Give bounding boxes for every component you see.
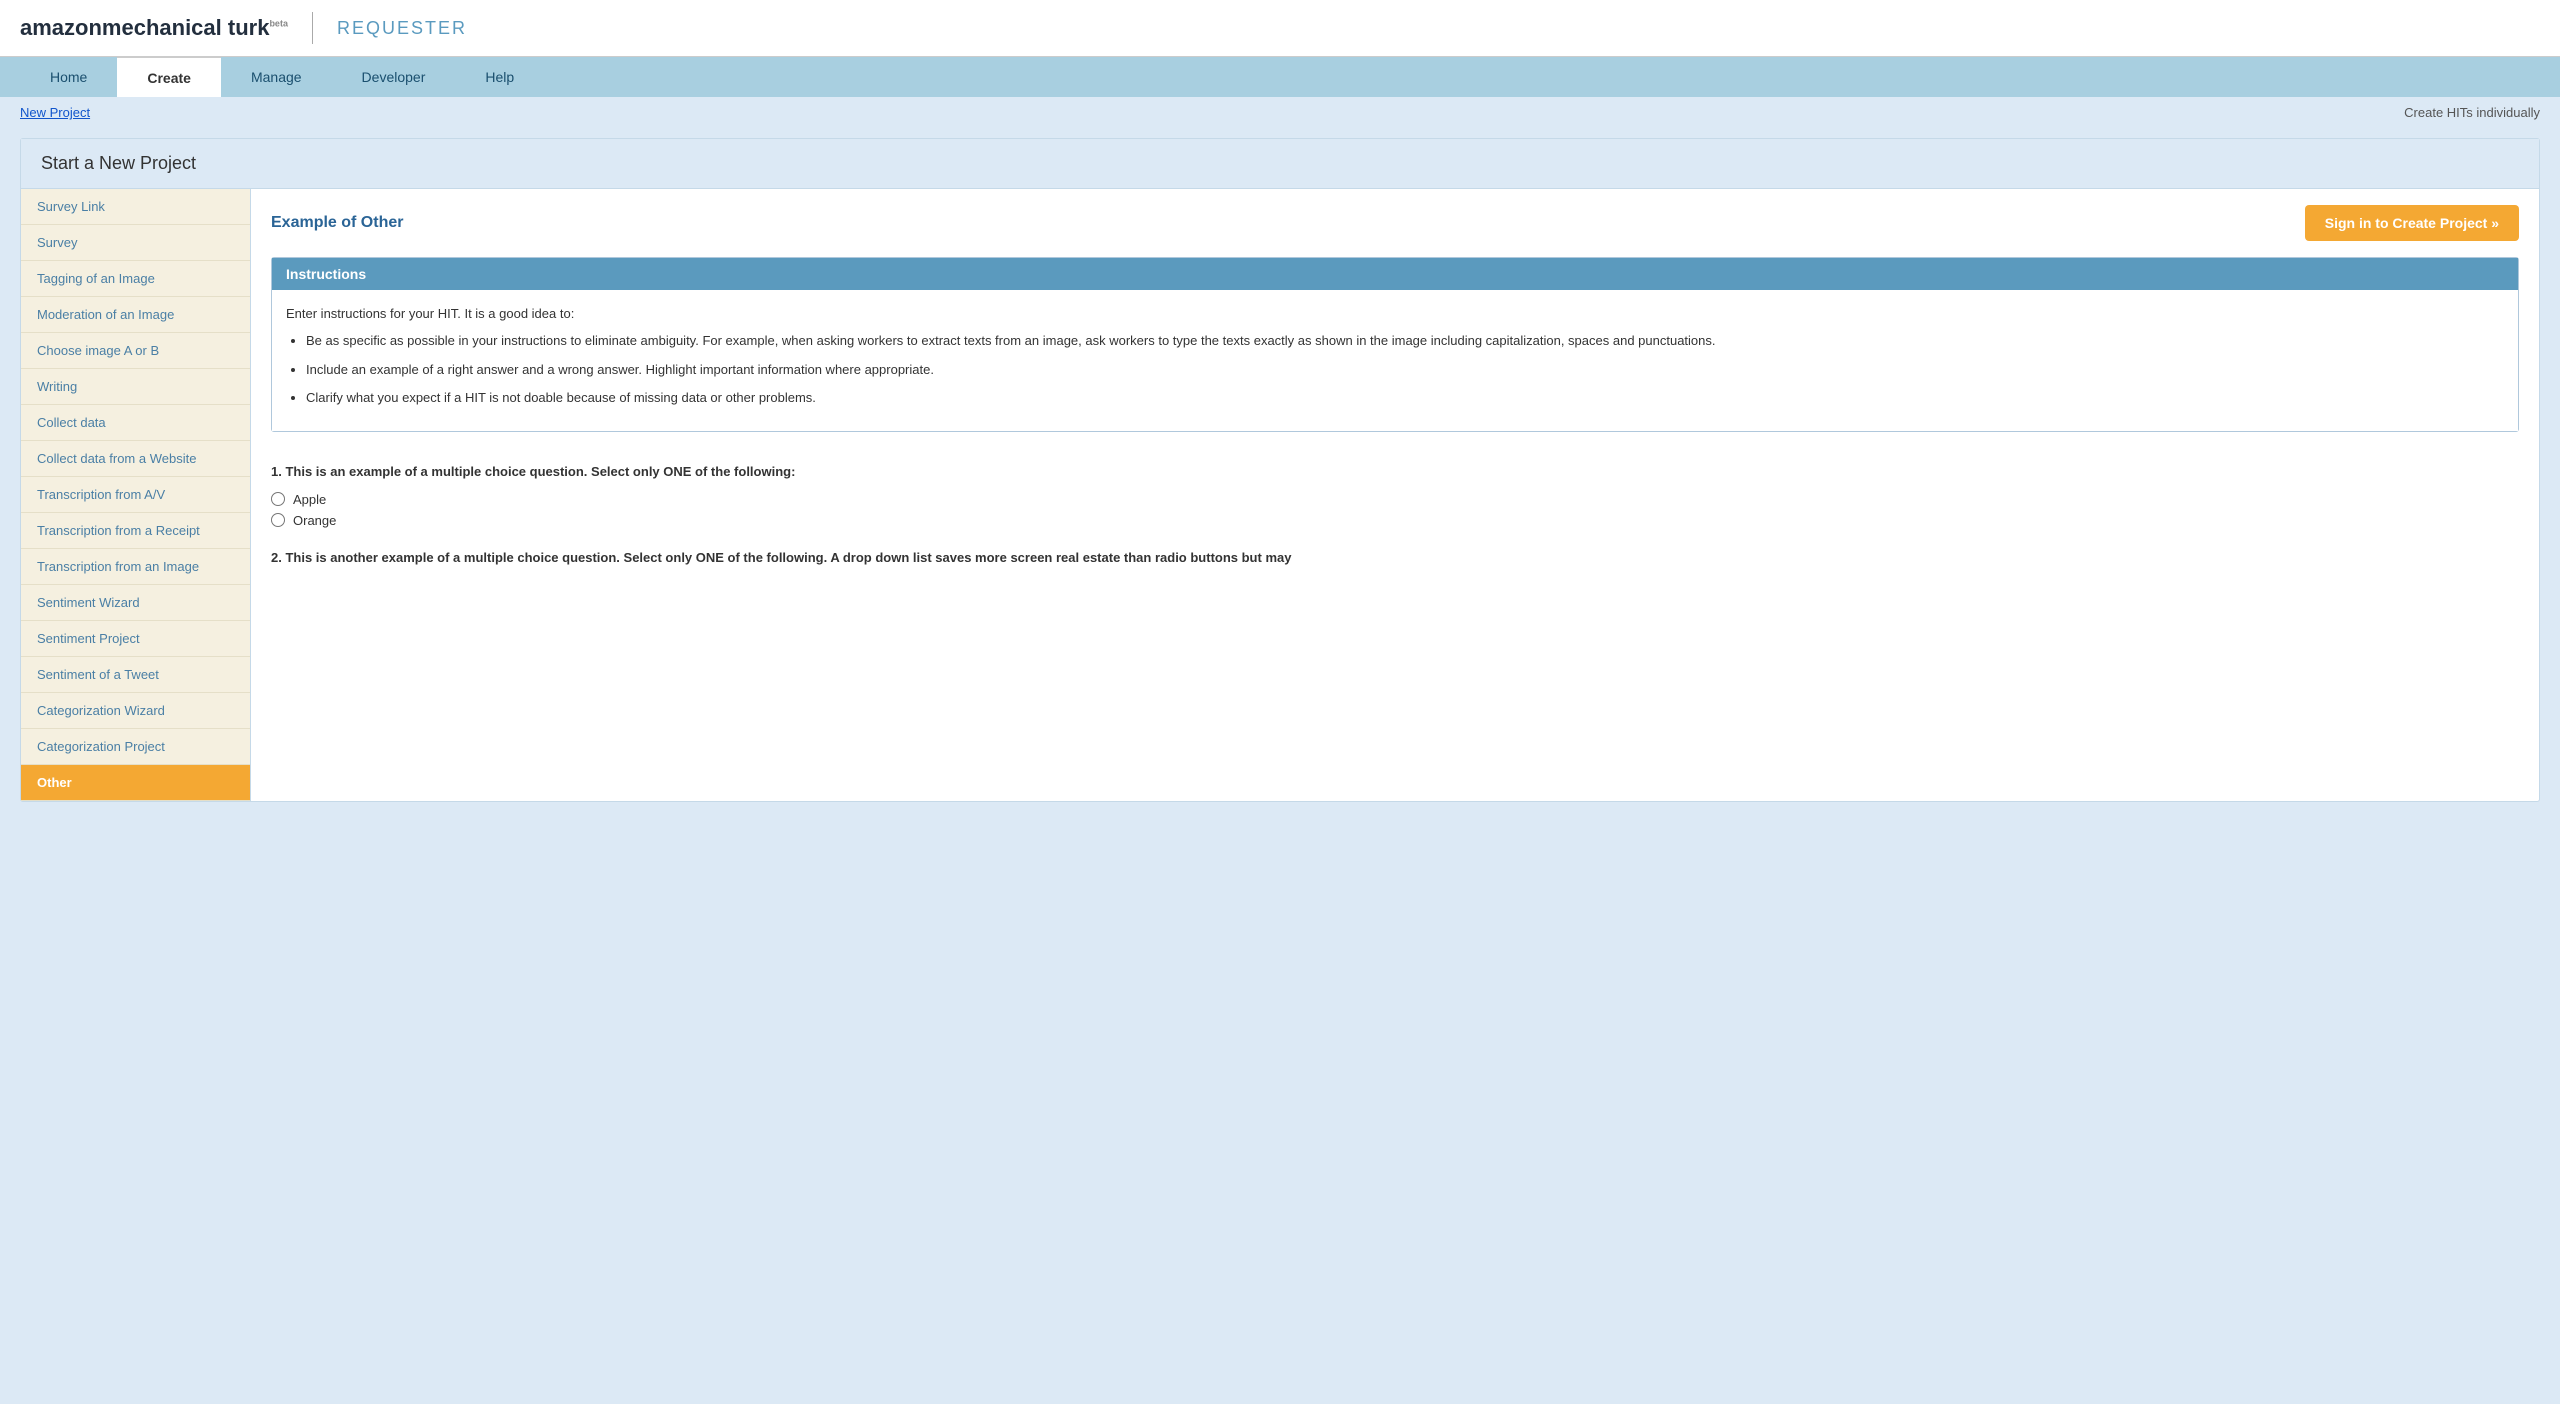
nav-manage[interactable]: Manage (221, 57, 332, 97)
logo-mturk: mechanical turk (102, 15, 270, 40)
content-area: Survey Link Survey Tagging of an Image M… (21, 189, 2539, 801)
sidebar-item-other[interactable]: Other (21, 765, 250, 801)
logo-amazon: amazon (20, 15, 102, 40)
right-panel: Example of Other Sign in to Create Proje… (251, 189, 2539, 801)
instructions-bullet-1: Be as specific as possible in your instr… (306, 331, 2504, 352)
question-1: 1. This is an example of a multiple choi… (271, 462, 2519, 528)
sidebar-item-sentiment-tweet[interactable]: Sentiment of a Tweet (21, 657, 250, 693)
instructions-intro: Enter instructions for your HIT. It is a… (286, 304, 2504, 325)
radio-orange[interactable] (271, 513, 285, 527)
sidebar-item-transcription-receipt[interactable]: Transcription from a Receipt (21, 513, 250, 549)
nav-home[interactable]: Home (20, 57, 117, 97)
nav: Home Create Manage Developer Help (0, 57, 2560, 97)
breadcrumb: New Project (20, 105, 90, 120)
create-hits-link: Create HITs individually (2404, 105, 2540, 120)
breadcrumb-bar: New Project Create HITs individually (0, 97, 2560, 128)
sidebar-item-survey-link[interactable]: Survey Link (21, 189, 250, 225)
radio-option-apple: Apple (271, 492, 2519, 507)
sidebar-item-choose-image[interactable]: Choose image A or B (21, 333, 250, 369)
radio-apple-label: Apple (293, 492, 326, 507)
logo-area: amazonmechanical turkbeta REQUESTER (20, 12, 467, 44)
logo-divider (312, 12, 313, 44)
nav-create[interactable]: Create (117, 57, 221, 97)
radio-orange-label: Orange (293, 513, 336, 528)
project-title: Start a New Project (21, 139, 2539, 189)
instructions-bullet-2: Include an example of a right answer and… (306, 360, 2504, 381)
main-content: Start a New Project Survey Link Survey T… (20, 138, 2540, 802)
sidebar-item-moderation-image[interactable]: Moderation of an Image (21, 297, 250, 333)
header: amazonmechanical turkbeta REQUESTER (0, 0, 2560, 57)
sidebar-item-sentiment-project[interactable]: Sentiment Project (21, 621, 250, 657)
sidebar-item-transcription-image[interactable]: Transcription from an Image (21, 549, 250, 585)
new-project-link[interactable]: New Project (20, 105, 90, 120)
sidebar-item-transcription-av[interactable]: Transcription from A/V (21, 477, 250, 513)
sidebar-item-categorization-wizard[interactable]: Categorization Wizard (21, 693, 250, 729)
radio-apple[interactable] (271, 492, 285, 506)
nav-help[interactable]: Help (455, 57, 544, 97)
instructions-list: Be as specific as possible in your instr… (306, 331, 2504, 409)
logo: amazonmechanical turkbeta (20, 15, 288, 41)
sidebar-item-tagging-image[interactable]: Tagging of an Image (21, 261, 250, 297)
sidebar-item-survey[interactable]: Survey (21, 225, 250, 261)
questions-area: 1. This is an example of a multiple choi… (271, 452, 2519, 597)
sidebar-item-categorization-project[interactable]: Categorization Project (21, 729, 250, 765)
instructions-box: Instructions Enter instructions for your… (271, 257, 2519, 432)
requester-label: REQUESTER (337, 18, 467, 39)
question-2: 2. This is another example of a multiple… (271, 548, 2519, 568)
sign-in-button[interactable]: Sign in to Create Project » (2305, 205, 2519, 241)
sidebar-item-collect-data-website[interactable]: Collect data from a Website (21, 441, 250, 477)
radio-option-orange: Orange (271, 513, 2519, 528)
sidebar-item-collect-data[interactable]: Collect data (21, 405, 250, 441)
sidebar-item-sentiment-wizard[interactable]: Sentiment Wizard (21, 585, 250, 621)
panel-header: Example of Other Sign in to Create Proje… (271, 205, 2519, 241)
logo-beta: beta (269, 19, 288, 29)
instructions-bullet-3: Clarify what you expect if a HIT is not … (306, 388, 2504, 409)
sidebar-item-writing[interactable]: Writing (21, 369, 250, 405)
sidebar: Survey Link Survey Tagging of an Image M… (21, 189, 251, 801)
nav-developer[interactable]: Developer (332, 57, 456, 97)
panel-title: Example of Other (271, 214, 403, 232)
question-2-text: 2. This is another example of a multiple… (271, 548, 2519, 568)
instructions-header: Instructions (272, 258, 2518, 290)
instructions-body: Enter instructions for your HIT. It is a… (272, 290, 2518, 431)
question-1-text: 1. This is an example of a multiple choi… (271, 462, 2519, 482)
